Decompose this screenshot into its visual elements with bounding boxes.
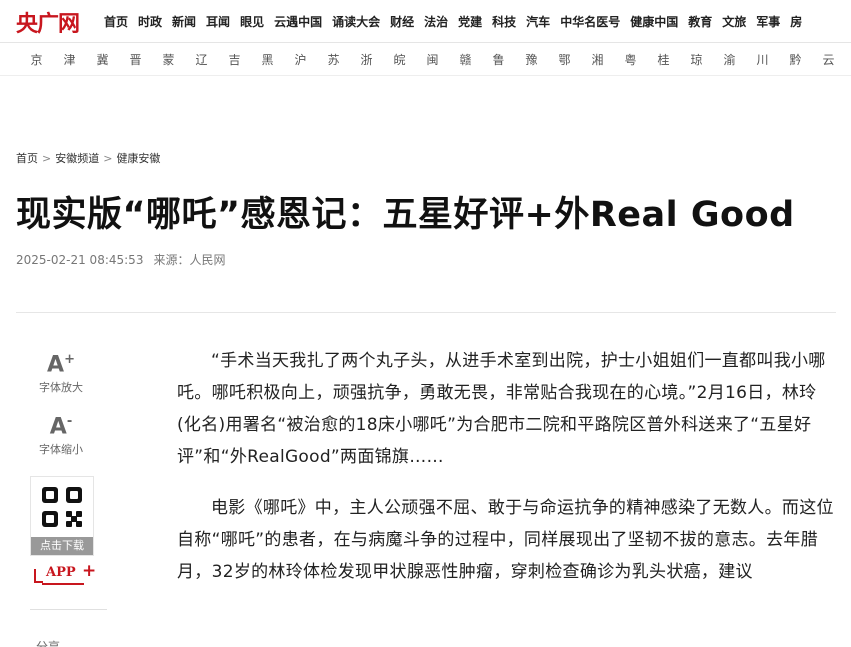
nav-menu: 首页 时政 新闻 耳闻 眼见 云遇中国 诵读大会 财经 法治 党建 科技 汽车 中华名医号 健康中国 教育文… [104,0,812,42]
province-link[interactable]: 黑 [251,51,284,68]
font-increase-label: 字体放大 [39,381,83,395]
nav-item[interactable]: 财经 [390,13,414,30]
app-link[interactable]: APP + [34,561,97,585]
province-link[interactable]: 皖 [383,51,416,68]
nav-item[interactable]: 首页 [104,13,128,30]
province-divider [0,75,851,76]
nav-item[interactable]: 教育 [688,13,712,30]
font-decrease-label: 字体缩小 [39,443,83,457]
breadcrumb-section[interactable]: 健康安徽 [116,152,160,165]
nav-item[interactable]: 云遇中国 [274,13,322,30]
top-nav: 央广网 首页 时政 新闻 耳闻 眼见 云遇中国 诵读大会 财经 法治 党建 科技 汽车 中华名医号 健康中… [0,0,851,42]
nav-item[interactable]: 科技 [492,13,516,30]
province-link[interactable]: 浙 [350,51,383,68]
breadcrumb-home[interactable]: 首页 [16,152,38,165]
province-link[interactable]: 冀 [86,51,119,68]
province-link[interactable]: 桂 [647,51,680,68]
nav-item[interactable]: 新闻 [172,13,196,30]
province-bar: 京津冀晋蒙辽吉黑沪苏浙皖闽赣鲁豫鄂湘粤桂琼渝川黔云 [0,43,851,75]
province-link[interactable]: 渝 [713,51,746,68]
qr-code-icon [40,485,84,529]
article-source: 来源：人民网 [153,253,226,267]
nav-item[interactable]: 汽车 [526,13,550,30]
article-body: “手术当天我扎了两个丸子头，从进手术室到出院，护士小姐姐们一直都叫我小哪吒。哪吒… [177,345,837,607]
breadcrumb-separator: > [103,152,113,165]
province-link[interactable]: 湘 [581,51,614,68]
province-link[interactable]: 川 [746,51,779,68]
app-bracket-icon [34,569,43,583]
nav-item[interactable]: 耳闻 [206,13,230,30]
nav-item[interactable]: 房 [790,13,802,30]
nav-item[interactable]: 诵读大会 [332,13,380,30]
province-link[interactable]: 云 [812,51,845,68]
font-decrease-button[interactable]: A- 字体缩小 [30,410,92,457]
province-link[interactable]: 京 [20,51,53,68]
tool-divider [30,609,107,610]
site-logo[interactable]: 央广网 [16,6,80,38]
app-label: APP [46,565,76,580]
province-link[interactable]: 粤 [614,51,647,68]
province-link[interactable]: 豫 [515,51,548,68]
province-link[interactable]: 鄂 [548,51,581,68]
nav-item[interactable]: 时政 [138,13,162,30]
province-link[interactable]: 闽 [416,51,449,68]
nav-item[interactable]: 军事 [756,13,780,30]
nav-item[interactable]: 健康中国 [630,13,678,30]
breadcrumb: 首页 > 安徽频道 > 健康安徽 [16,150,160,166]
article-title: 现实版“哪吒”感恩记：五星好评+外Real Good [16,195,795,235]
article-paragraph: 电影《哪吒》中，主人公顽强不屈、敢于与命运抗争的精神感染了无数人。而这位自称“哪… [177,498,834,582]
app-download-qr[interactable]: 点击下载 [30,476,94,556]
province-link[interactable]: 津 [53,51,86,68]
article-paragraph: “手术当天我扎了两个丸子头，从进手术室到出院，护士小姐姐们一直都叫我小哪吒。哪吒… [177,351,826,467]
nav-item[interactable]: 中华名医号 [560,13,620,30]
share-label[interactable]: 分享 [36,638,60,647]
province-link[interactable]: 蒙 [152,51,185,68]
font-increase-button[interactable]: A+ 字体放大 [30,348,92,395]
province-link[interactable]: 吉 [218,51,251,68]
province-link[interactable]: 晋 [119,51,152,68]
nav-item[interactable]: 党建 [458,13,482,30]
app-plus-icon: + [82,561,97,581]
nav-item[interactable]: 眼见 [240,13,264,30]
province-link[interactable]: 沪 [284,51,317,68]
province-link[interactable]: 辽 [185,51,218,68]
province-link[interactable]: 鲁 [482,51,515,68]
title-divider [16,312,836,313]
breadcrumb-channel[interactable]: 安徽频道 [55,152,99,165]
article-datetime: 2025-02-21 08:45:53 [16,253,144,267]
nav-item[interactable]: 文旅 [722,13,746,30]
font-decrease-icon: A- [49,414,73,440]
qr-caption: 点击下载 [31,537,93,555]
font-increase-icon: A+ [47,352,75,378]
breadcrumb-separator: > [42,152,52,165]
province-link[interactable]: 琼 [680,51,713,68]
nav-item[interactable]: 法治 [424,13,448,30]
article-meta: 2025-02-21 08:45:53 来源：人民网 [16,251,235,268]
province-link[interactable]: 苏 [317,51,350,68]
province-link[interactable]: 赣 [449,51,482,68]
app-underline-icon [42,583,84,585]
province-link[interactable]: 黔 [779,51,812,68]
